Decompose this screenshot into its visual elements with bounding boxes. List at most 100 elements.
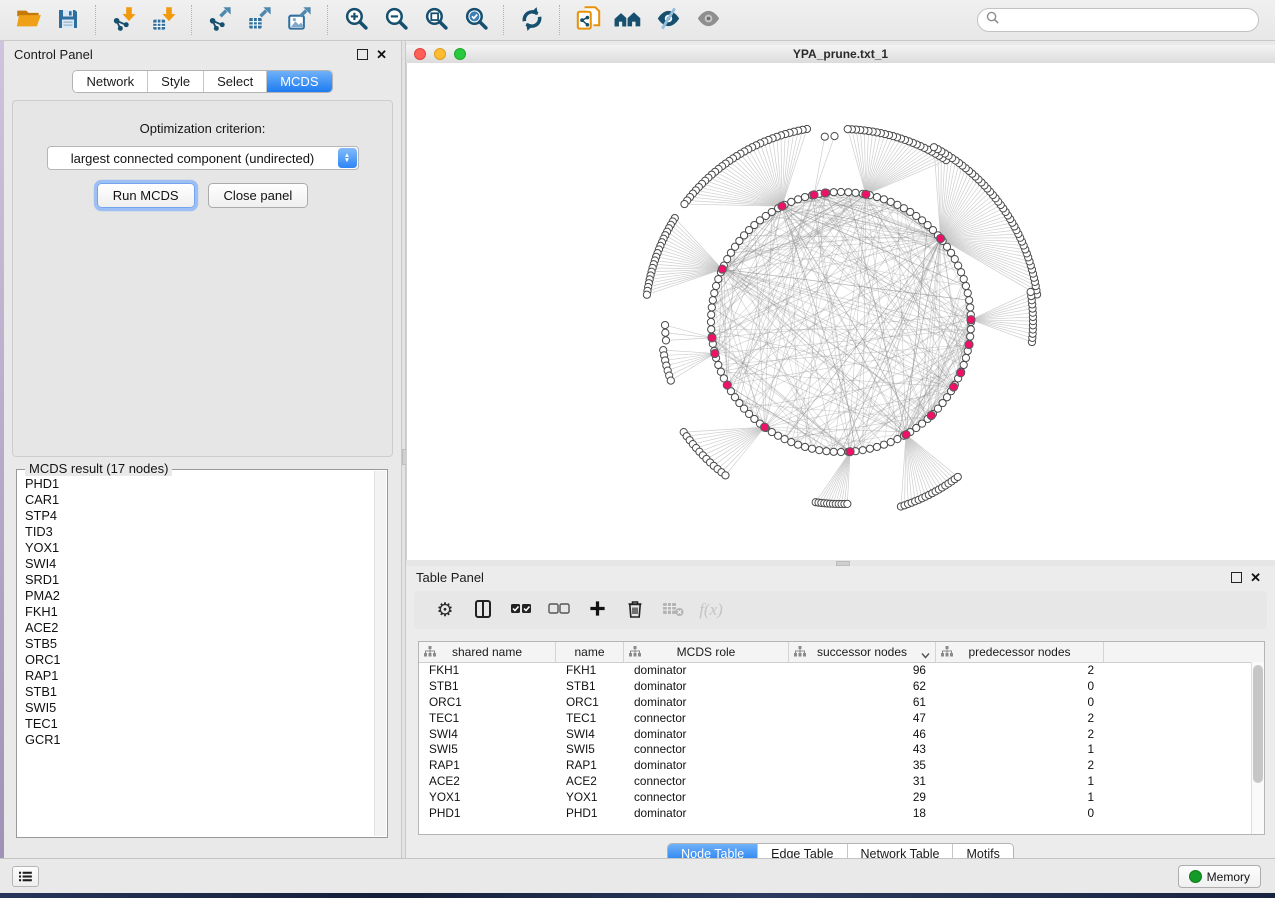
gene-node[interactable] (964, 289, 971, 296)
gene-node[interactable] (709, 297, 716, 304)
mcds-result-item[interactable]: PHD1 (25, 476, 374, 492)
table-row[interactable]: FKH1FKH1dominator962 (419, 662, 1252, 678)
deselect-all-checkbox-button[interactable] (542, 595, 576, 625)
export-table-button[interactable] (240, 3, 280, 37)
table-row[interactable]: ACE2ACE2connector311 (419, 773, 1252, 789)
mcds-result-item[interactable]: TEC1 (25, 716, 374, 732)
tab-select[interactable]: Select (203, 71, 266, 92)
network-view-canvas[interactable] (406, 63, 1275, 560)
gene-node[interactable] (967, 326, 974, 333)
gene-node[interactable] (880, 196, 887, 203)
node-table-scrollbar[interactable] (1251, 662, 1264, 834)
memory-button[interactable]: Memory (1178, 865, 1261, 888)
mcds-result-item[interactable]: ACE2 (25, 620, 374, 636)
gene-node[interactable] (960, 361, 967, 368)
mcds-result-item[interactable]: FKH1 (25, 604, 374, 620)
mcds-node[interactable] (902, 430, 910, 438)
gene-node[interactable] (681, 200, 688, 207)
zoom-selected-button[interactable] (456, 3, 496, 37)
gene-node[interactable] (821, 133, 828, 140)
mcds-result-item[interactable]: STB1 (25, 684, 374, 700)
mcds-node[interactable] (821, 189, 829, 197)
table-row[interactable]: YOX1YOX1connector291 (419, 789, 1252, 805)
gene-node[interactable] (662, 329, 669, 336)
clone-network-button[interactable] (568, 3, 608, 37)
table-panel-float-button[interactable] (1227, 572, 1246, 583)
import-network-button[interactable] (104, 3, 144, 37)
export-network-button[interactable] (200, 3, 240, 37)
gene-node[interactable] (708, 326, 715, 333)
table-row[interactable]: PHD1PHD1dominator180 (419, 805, 1252, 821)
mcds-result-scrollbar[interactable] (374, 471, 386, 836)
gene-node[interactable] (837, 188, 844, 195)
gene-node[interactable] (662, 337, 669, 344)
column-header-predecessor-nodes[interactable]: predecessor nodes (936, 642, 1104, 662)
hide-details-button[interactable] (648, 3, 688, 37)
mcds-node[interactable] (708, 334, 716, 342)
show-details-button[interactable] (688, 3, 728, 37)
mcds-node[interactable] (927, 411, 935, 419)
mcds-result-item[interactable]: RAP1 (25, 668, 374, 684)
mcds-node[interactable] (957, 369, 965, 377)
gene-node[interactable] (880, 441, 887, 448)
gene-node[interactable] (887, 198, 894, 205)
optimization-criterion-select[interactable]: largest connected component (undirected)… (47, 146, 359, 170)
home-button[interactable] (608, 3, 648, 37)
tab-network[interactable]: Network (73, 71, 147, 92)
gene-node[interactable] (866, 445, 873, 452)
mcds-result-item[interactable]: SRD1 (25, 572, 374, 588)
gene-node[interactable] (930, 144, 937, 151)
gene-node[interactable] (831, 133, 838, 140)
gene-node[interactable] (962, 282, 969, 289)
mcds-result-item[interactable]: ORC1 (25, 652, 374, 668)
mcds-node[interactable] (862, 190, 870, 198)
control-panel-close-button[interactable]: ✕ (372, 50, 391, 59)
table-row[interactable]: SWI4SWI4dominator462 (419, 726, 1252, 742)
table-row[interactable]: ORC1ORC1dominator610 (419, 694, 1252, 710)
gene-node[interactable] (661, 321, 668, 328)
mcds-node[interactable] (965, 340, 973, 348)
tab-mcds[interactable]: MCDS (266, 71, 331, 92)
run-mcds-button[interactable]: Run MCDS (97, 183, 195, 208)
gene-node[interactable] (715, 275, 722, 282)
column-header-name[interactable]: name (556, 642, 624, 662)
mcds-node[interactable] (718, 265, 726, 273)
mcds-node[interactable] (711, 349, 719, 357)
mcds-result-item[interactable]: TID3 (25, 524, 374, 540)
mcds-result-item[interactable]: STP4 (25, 508, 374, 524)
gene-node[interactable] (967, 333, 974, 340)
gene-node[interactable] (967, 304, 974, 311)
import-table-button[interactable] (144, 3, 184, 37)
zoom-fit-button[interactable] (416, 3, 456, 37)
gene-node[interactable] (837, 448, 844, 455)
task-history-button[interactable] (12, 866, 39, 887)
mcds-node[interactable] (760, 423, 768, 431)
mcds-node[interactable] (967, 316, 975, 324)
mcds-node[interactable] (723, 381, 731, 389)
gene-node[interactable] (844, 500, 851, 507)
gene-node[interactable] (801, 193, 808, 200)
gene-node[interactable] (788, 198, 795, 205)
mcds-node[interactable] (778, 202, 786, 210)
mcds-result-item[interactable]: SWI5 (25, 700, 374, 716)
gene-node[interactable] (830, 189, 837, 196)
mcds-result-item[interactable]: STB5 (25, 636, 374, 652)
gene-node[interactable] (808, 445, 815, 452)
network-graph[interactable] (407, 63, 1275, 560)
gene-node[interactable] (958, 269, 965, 276)
refresh-button[interactable] (512, 3, 552, 37)
gene-node[interactable] (816, 447, 823, 454)
gene-node[interactable] (873, 193, 880, 200)
table-row[interactable]: TEC1TEC1connector472 (419, 710, 1252, 726)
gene-node[interactable] (852, 189, 859, 196)
gene-node[interactable] (788, 439, 795, 446)
select-all-checkbox-button[interactable] (504, 595, 538, 625)
search-input[interactable] (1004, 10, 1258, 30)
table-row[interactable]: STB1STB1dominator620 (419, 678, 1252, 694)
gene-node[interactable] (708, 304, 715, 311)
table-row[interactable]: SWI5SWI5connector431 (419, 741, 1252, 757)
zoom-out-button[interactable] (376, 3, 416, 37)
gene-node[interactable] (966, 297, 973, 304)
scrollbar-thumb[interactable] (1253, 665, 1263, 783)
mcds-result-item[interactable]: SWI4 (25, 556, 374, 572)
